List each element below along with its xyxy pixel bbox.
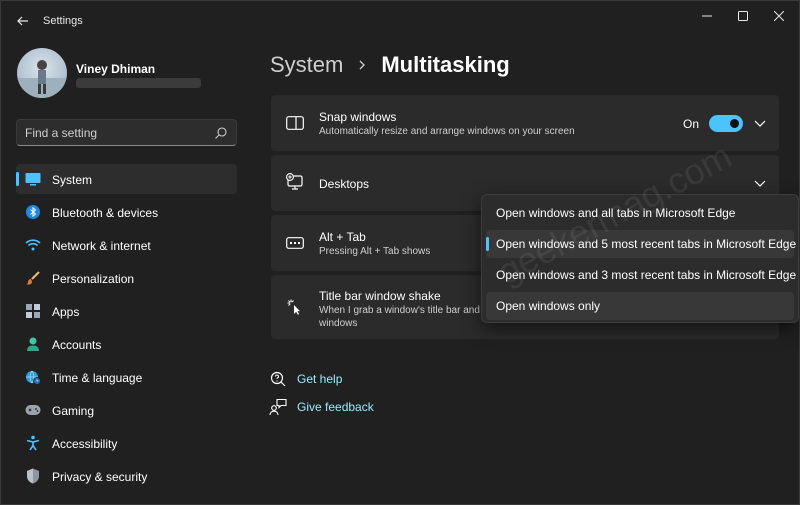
apps-icon xyxy=(25,303,41,319)
sidebar-item-label: Time & language xyxy=(52,371,143,385)
sidebar-item-gaming[interactable]: Gaming xyxy=(16,395,237,425)
page-title: Multitasking xyxy=(381,52,510,77)
person-icon xyxy=(25,336,41,352)
keyboard-icon xyxy=(285,233,305,253)
snap-layout-icon xyxy=(285,113,305,133)
give-feedback-link[interactable]: Give feedback xyxy=(269,395,469,423)
sidebar-item-label: System xyxy=(52,173,93,187)
user-profile[interactable]: Viney Dhiman xyxy=(17,48,237,100)
user-name: Viney Dhiman xyxy=(76,62,156,76)
alt-tab-desc: Pressing Alt + Tab shows xyxy=(319,246,431,257)
sidebar-item-label: Gaming xyxy=(52,404,95,418)
snap-windows-title: Snap windows xyxy=(319,110,397,124)
sidebar-item-apps[interactable]: Apps xyxy=(16,296,237,326)
cursor-shake-icon xyxy=(285,297,305,317)
get-help-link[interactable]: Get help xyxy=(269,367,469,395)
dropdown-option-3-tabs[interactable]: Open windows and 3 most recent tabs in M… xyxy=(486,261,797,289)
dropdown-option-label: Open windows and all tabs in Microsoft E… xyxy=(496,206,736,220)
sidebar-item-label: Apps xyxy=(52,305,80,319)
alt-tab-dropdown-menu: Open windows and all tabs in Microsoft E… xyxy=(481,194,799,323)
wifi-icon xyxy=(25,237,41,253)
toggle-state-label: On xyxy=(683,117,700,131)
globe-clock-icon xyxy=(25,369,41,385)
snap-windows-desc: Automatically resize and arrange windows… xyxy=(319,126,575,137)
gamepad-icon xyxy=(25,402,41,418)
chevron-down-icon[interactable] xyxy=(753,176,767,190)
sidebar-item-label: Network & internet xyxy=(52,239,151,253)
sidebar-item-label: Accounts xyxy=(52,338,102,352)
dropdown-option-label: Open windows and 5 most recent tabs in M… xyxy=(496,237,797,251)
avatar xyxy=(17,48,67,98)
feedback-icon xyxy=(269,398,287,416)
shield-icon xyxy=(25,468,41,484)
app-title: Settings xyxy=(43,15,83,27)
snap-windows-card[interactable]: Snap windows Automatically resize and ar… xyxy=(271,95,779,151)
title-bar-shake-desc-line1: When I grab a window's title bar and xyxy=(319,305,480,316)
maximize-button[interactable] xyxy=(725,5,761,27)
dropdown-option-5-tabs[interactable]: Open windows and 5 most recent tabs in M… xyxy=(486,230,797,258)
sidebar-item-network[interactable]: Network & internet xyxy=(16,230,237,260)
sidebar-nav: System Bluetooth & devices Network & int… xyxy=(16,164,237,494)
title-bar-shake-desc-line2: windows xyxy=(319,318,358,329)
user-email-redacted xyxy=(76,78,201,88)
dropdown-option-all-tabs[interactable]: Open windows and all tabs in Microsoft E… xyxy=(486,199,794,227)
bluetooth-icon xyxy=(25,204,41,220)
monitor-icon xyxy=(25,171,41,187)
snap-windows-toggle[interactable] xyxy=(709,115,743,132)
chevron-right-icon xyxy=(357,59,367,71)
help-links: Get help Give feedback xyxy=(269,367,469,423)
get-help-label[interactable]: Get help xyxy=(297,372,342,386)
close-icon xyxy=(774,11,784,21)
dropdown-option-label: Open windows only xyxy=(496,299,601,313)
sidebar-item-system[interactable]: System xyxy=(16,164,237,194)
sidebar-item-label: Accessibility xyxy=(52,437,118,451)
dropdown-option-windows-only[interactable]: Open windows only xyxy=(486,292,794,320)
give-feedback-label[interactable]: Give feedback xyxy=(297,400,374,414)
title-bar: Settings xyxy=(1,1,800,41)
brush-icon xyxy=(25,270,41,286)
search-box[interactable] xyxy=(16,119,237,146)
desktop-add-icon xyxy=(285,172,305,192)
toggle-knob xyxy=(730,119,739,128)
sidebar-item-label: Bluetooth & devices xyxy=(52,206,159,220)
sidebar-item-bluetooth[interactable]: Bluetooth & devices xyxy=(16,197,237,227)
chevron-down-icon[interactable] xyxy=(753,116,767,130)
back-button[interactable] xyxy=(11,9,35,33)
sidebar-item-privacy-security[interactable]: Privacy & security xyxy=(16,461,237,491)
settings-window: Settings Viney Dhiman Find a setting Sys… xyxy=(0,0,800,505)
breadcrumb: System Multitasking xyxy=(270,50,510,80)
arrow-left-icon xyxy=(17,16,28,26)
minimize-icon xyxy=(702,15,712,17)
maximize-icon xyxy=(738,11,748,21)
sidebar-item-accounts[interactable]: Accounts xyxy=(16,329,237,359)
sidebar-item-time-language[interactable]: Time & language xyxy=(16,362,237,392)
breadcrumb-parent[interactable]: System xyxy=(270,52,343,78)
desktops-title: Desktops xyxy=(319,177,370,191)
sidebar-item-label: Privacy & security xyxy=(52,470,148,484)
sidebar-item-personalization[interactable]: Personalization xyxy=(16,263,237,293)
minimize-button[interactable] xyxy=(689,5,725,27)
dropdown-option-label: Open windows and 3 most recent tabs in M… xyxy=(496,268,797,282)
sidebar-item-label: Personalization xyxy=(52,272,135,286)
title-bar-shake-title: Title bar window shake xyxy=(319,289,441,303)
sidebar-item-accessibility[interactable]: Accessibility xyxy=(16,428,237,458)
search-icon[interactable] xyxy=(214,126,228,140)
accessibility-icon xyxy=(25,435,41,451)
close-button[interactable] xyxy=(761,5,797,27)
alt-tab-title: Alt + Tab xyxy=(319,230,366,244)
help-icon xyxy=(270,371,286,387)
search-input[interactable] xyxy=(25,125,205,141)
